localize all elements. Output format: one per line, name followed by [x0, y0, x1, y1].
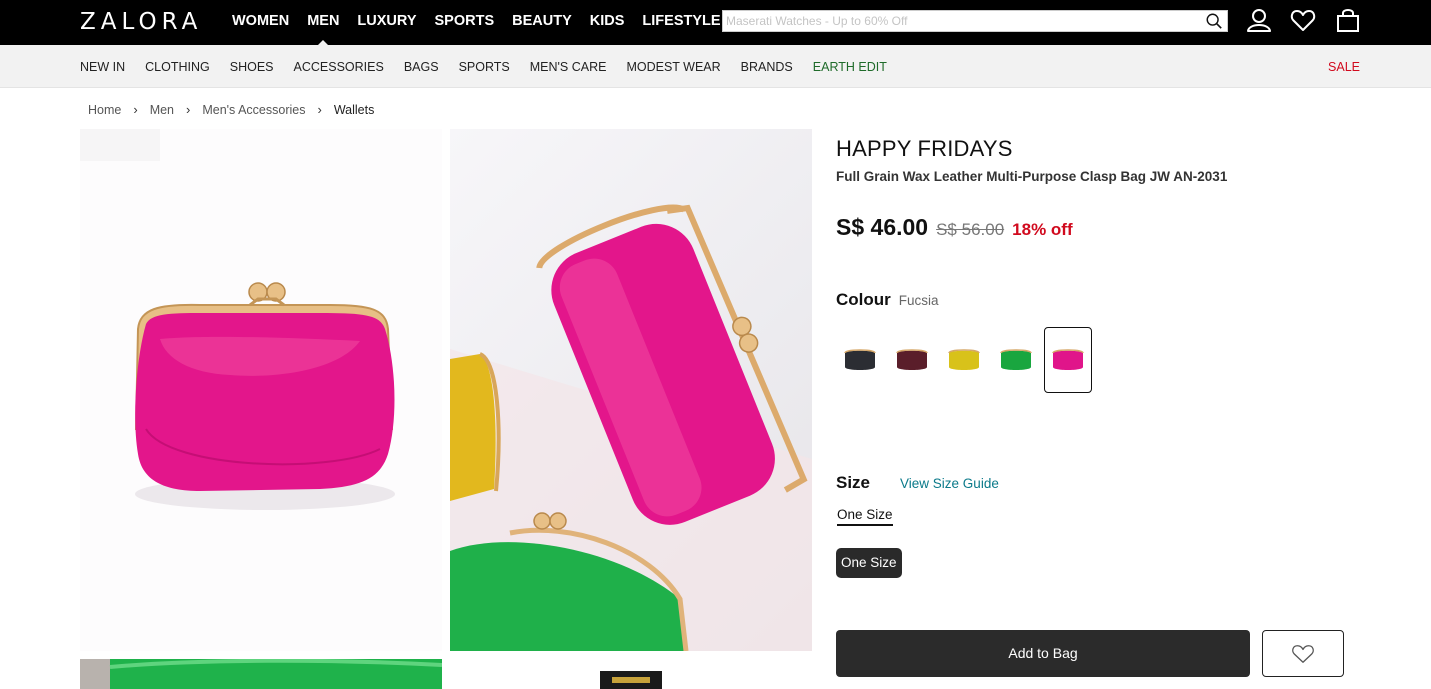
- yellow-purse-thumbnail: [948, 349, 980, 370]
- subnav-brands[interactable]: BRANDS: [741, 60, 793, 74]
- subnav-new-in[interactable]: NEW IN: [80, 60, 125, 74]
- shopping-bag-icon[interactable]: [1335, 7, 1361, 33]
- subnav-earth-edit[interactable]: EARTH EDIT: [813, 60, 887, 74]
- black-purse-thumbnail: [844, 349, 876, 370]
- view-size-guide-link[interactable]: View Size Guide: [900, 476, 999, 491]
- size-system-tab[interactable]: One Size: [837, 507, 893, 526]
- breadcrumb-men[interactable]: Men: [150, 103, 174, 117]
- subnav-sports[interactable]: SPORTS: [459, 60, 510, 74]
- subnav-modest-wear[interactable]: MODEST WEAR: [626, 60, 720, 74]
- subnav-shoes[interactable]: SHOES: [230, 60, 274, 74]
- swatch-black[interactable]: [836, 327, 884, 393]
- box-partial-image: [600, 671, 662, 689]
- main-category-nav: WOMEN MEN LUXURY SPORTS BEAUTY KIDS LIFE…: [232, 13, 739, 47]
- search-input[interactable]: [723, 11, 1193, 31]
- product-image-lifestyle[interactable]: [450, 129, 812, 651]
- current-price: S$ 46.00: [836, 214, 929, 240]
- pink-clasp-purse-image: [80, 129, 395, 510]
- original-price: S$ 56.00: [936, 220, 1005, 239]
- swatch-fucsia[interactable]: [1044, 327, 1092, 393]
- subnav-mens-care[interactable]: MEN'S CARE: [530, 60, 607, 74]
- nav-luxury[interactable]: LUXURY: [357, 13, 416, 29]
- nav-men[interactable]: MEN: [307, 13, 339, 47]
- colour-swatches: [836, 327, 1096, 393]
- breadcrumb-wallets[interactable]: Wallets: [334, 103, 375, 117]
- top-navigation-bar: ZALORA WOMEN MEN LUXURY SPORTS BEAUTY KI…: [0, 0, 1431, 47]
- chevron-right-icon: ›: [133, 102, 138, 117]
- breadcrumb: Home › Men › Men's Accessories › Wallets: [88, 102, 374, 117]
- nav-sports[interactable]: SPORTS: [435, 13, 495, 29]
- green-purse-partial-image: [80, 659, 442, 689]
- swatch-green[interactable]: [992, 327, 1040, 393]
- lifestyle-purses-image: [450, 204, 812, 651]
- product-image-third[interactable]: [80, 659, 442, 689]
- product-image-main[interactable]: [80, 129, 442, 651]
- green-purse-thumbnail: [1000, 349, 1032, 370]
- chevron-right-icon: ›: [317, 102, 322, 117]
- product-brand[interactable]: HAPPY FRIDAYS: [836, 136, 1013, 162]
- size-row: Size View Size Guide: [836, 473, 999, 493]
- colour-value: Fucsia: [898, 293, 939, 308]
- add-to-wishlist-button[interactable]: [1262, 630, 1344, 677]
- zalora-logo[interactable]: ZALORA: [80, 9, 202, 35]
- search-icon[interactable]: [1205, 12, 1223, 30]
- product-name: Full Grain Wax Leather Multi-Purpose Cla…: [836, 169, 1228, 184]
- size-label: Size: [836, 473, 871, 492]
- discount-badge: 18% off: [1012, 220, 1073, 239]
- burgundy-purse-thumbnail: [896, 349, 928, 370]
- search-box: [722, 10, 1228, 32]
- add-to-bag-button[interactable]: Add to Bag: [836, 630, 1250, 677]
- product-image-fourth[interactable]: [450, 659, 812, 689]
- subnav-clothing[interactable]: CLOTHING: [145, 60, 210, 74]
- breadcrumb-home[interactable]: Home: [88, 103, 121, 117]
- nav-kids[interactable]: KIDS: [590, 13, 625, 29]
- chevron-right-icon: ›: [186, 102, 191, 117]
- subnav-bags[interactable]: BAGS: [404, 60, 439, 74]
- subnav-accessories[interactable]: ACCESSORIES: [294, 60, 384, 74]
- size-option-one-size[interactable]: One Size: [836, 548, 902, 578]
- nav-beauty[interactable]: BEAUTY: [512, 13, 572, 29]
- nav-women[interactable]: WOMEN: [232, 13, 289, 29]
- breadcrumb-mens-accessories[interactable]: Men's Accessories: [202, 103, 305, 117]
- swatch-burgundy[interactable]: [888, 327, 936, 393]
- colour-row: Colour Fucsia: [836, 290, 939, 310]
- sub-category-nav: NEW IN CLOTHING SHOES ACCESSORIES BAGS S…: [0, 45, 1431, 88]
- heart-outline-icon: [1292, 644, 1314, 663]
- account-icon[interactable]: [1246, 7, 1272, 33]
- nav-lifestyle[interactable]: LIFESTYLE: [642, 13, 720, 29]
- fucsia-purse-thumbnail: [1052, 349, 1084, 370]
- swatch-yellow[interactable]: [940, 327, 988, 393]
- colour-label: Colour: [836, 290, 891, 309]
- price-row: S$ 46.00 S$ 56.00 18% off: [836, 214, 1073, 241]
- subnav-sale[interactable]: SALE: [1328, 60, 1360, 74]
- wishlist-heart-icon[interactable]: [1290, 7, 1316, 33]
